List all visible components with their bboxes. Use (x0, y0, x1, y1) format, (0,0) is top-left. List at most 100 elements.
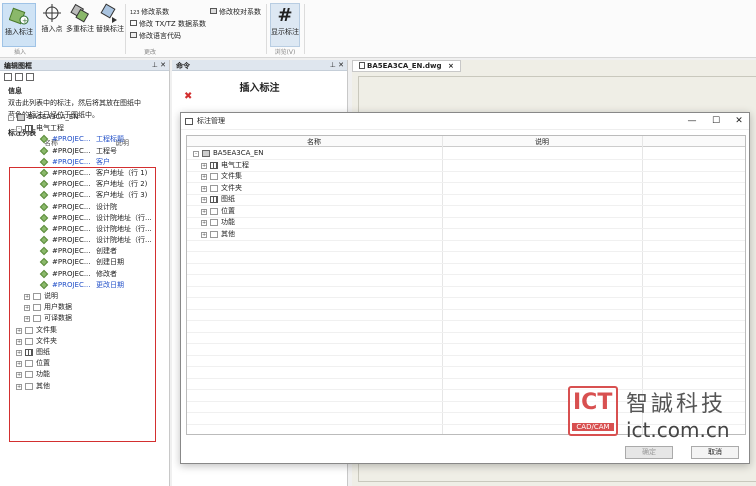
tree-desc: 设计院地址（行... (96, 224, 152, 233)
tree-row[interactable]: + 图纸 (8, 347, 168, 358)
modify-coefficient-item[interactable]: 123 修改系数 (130, 8, 169, 18)
tree-row[interactable]: - 电气工程 (8, 123, 168, 134)
expand-icon[interactable]: + (201, 162, 207, 169)
document-icon (359, 62, 365, 69)
tree-row[interactable]: #PROJEC... 工程号 (8, 146, 168, 157)
expand-icon[interactable]: + (16, 327, 22, 334)
folder-icon (25, 326, 33, 334)
tree-row[interactable]: #PROJEC... 客户地址（行 3) (8, 190, 168, 201)
multi-tag-button[interactable]: 多重标注 (66, 3, 94, 33)
tree-row[interactable]: #PROJEC... 客户地址（行 1) (8, 168, 168, 179)
collapse-icon[interactable]: - (193, 151, 199, 157)
document-tab[interactable]: BA5EA3CA_EN.dwg × (352, 60, 461, 72)
insert-tag-label: 插入标注 (5, 28, 33, 36)
tree-row[interactable]: + 功能 (8, 369, 168, 380)
expand-icon[interactable]: + (24, 305, 30, 312)
tree-label: #PROJEC... (52, 191, 91, 200)
row-divider (187, 274, 745, 275)
tree-row[interactable]: + 文件集 (193, 171, 593, 183)
folder-icon (210, 173, 218, 180)
tree-label: 电气工程 (221, 160, 249, 169)
tree-row[interactable]: #PROJEC... 更改日期 (8, 280, 168, 291)
tree-row[interactable]: + 图纸 (193, 194, 593, 206)
expand-icon[interactable]: + (16, 372, 22, 379)
panel-pin-close[interactable]: ⊥ ✕ (152, 61, 166, 69)
tree-row[interactable]: - BA5EA3CA_EN (8, 112, 168, 123)
panel-toolbar (0, 71, 169, 84)
tree-label: BA5EA3CA_EN (213, 149, 264, 157)
expand-icon[interactable]: + (16, 383, 22, 390)
expand-icon[interactable]: + (201, 197, 207, 203)
cancel-command-icon[interactable]: ✖ (184, 91, 192, 102)
column-desc[interactable]: 说明 (535, 137, 549, 147)
tree-row[interactable]: - BA5EA3CA_EN (193, 148, 593, 160)
modify-txtz-item[interactable]: 修改 TX/TZ 数据系数 (130, 20, 206, 29)
tree-row[interactable]: + 文件夹 (8, 336, 168, 347)
expand-icon[interactable]: + (201, 231, 207, 238)
tree-row[interactable]: + 文件集 (8, 325, 168, 336)
tree-row[interactable]: #PROJEC... 设计院地址（行... (8, 224, 168, 235)
collapse-icon[interactable]: - (8, 115, 14, 121)
tree-row[interactable]: #PROJEC... 创建者 (8, 246, 168, 257)
insert-tag-button[interactable]: + 插入标注 (2, 3, 36, 47)
tree-row[interactable]: + 可译数据 (8, 313, 168, 324)
table-view-icon[interactable] (26, 73, 34, 81)
replace-tag-button[interactable]: 替换标注 (96, 3, 124, 33)
tree-row[interactable]: + 其他 (193, 229, 593, 241)
svg-text:+: + (22, 17, 28, 25)
show-tags-button[interactable]: # 显示标注 (270, 3, 300, 47)
replace-tag-label: 替换标注 (96, 25, 124, 33)
tree-row[interactable]: #PROJEC... 修改者 (8, 269, 168, 280)
expand-icon[interactable]: + (201, 220, 207, 226)
expand-icon[interactable]: + (201, 174, 207, 180)
tree-row[interactable]: #PROJEC... 设计院 (8, 202, 168, 213)
ok-button[interactable]: 确定 (625, 446, 673, 459)
modify-proof-item[interactable]: 修改校对系数 (210, 8, 261, 17)
tree-row[interactable]: + 功能 (193, 217, 593, 229)
expand-icon[interactable]: + (24, 316, 30, 323)
tree-row[interactable]: + 用户数据 (8, 302, 168, 313)
tree-row[interactable]: + 位置 (8, 358, 168, 369)
insert-point-button[interactable]: 插入点 (40, 3, 64, 33)
tree-row[interactable]: #PROJEC... 设计院地址（行... (8, 235, 168, 246)
list-view-icon[interactable] (15, 73, 23, 81)
collapse-icon[interactable]: - (16, 126, 22, 133)
expand-icon[interactable]: + (16, 361, 22, 368)
expand-icon[interactable]: + (201, 185, 207, 192)
tree-row[interactable]: #PROJEC... 工程标题 (8, 134, 168, 145)
tag-icon (39, 213, 49, 222)
expand-icon[interactable]: + (201, 208, 207, 215)
tree-label: #PROJEC... (52, 269, 91, 278)
tree-row[interactable]: #PROJEC... 客户 (8, 157, 168, 168)
expand-icon[interactable]: + (24, 294, 30, 300)
row-divider (187, 343, 745, 344)
tree-row[interactable]: + 说明 (8, 291, 168, 302)
expand-icon[interactable]: + (16, 338, 22, 345)
tree-row[interactable]: #PROJEC... 创建日期 (8, 257, 168, 268)
row-divider (187, 262, 745, 264)
command-pin-close[interactable]: ⊥ ✕ (330, 61, 344, 69)
close-tab-icon[interactable]: × (448, 62, 454, 70)
column-name[interactable]: 名称 (307, 137, 321, 147)
close-icon[interactable]: ✕ (728, 113, 750, 130)
cancel-button[interactable]: 取消 (691, 446, 739, 459)
dialog-title: 标注管理 (197, 117, 225, 125)
tree-row[interactable]: + 其他 (8, 381, 168, 392)
tag-icon (39, 280, 49, 290)
maximize-icon[interactable]: ☐ (705, 113, 727, 130)
tree-label: 文件夹 (221, 183, 242, 192)
tree-row[interactable]: #PROJEC... 客户地址（行 2) (8, 179, 168, 190)
tree-view-icon[interactable] (4, 73, 12, 81)
tree-row[interactable]: + 文件夹 (193, 183, 593, 195)
minimize-icon[interactable]: — (681, 113, 703, 130)
expand-icon[interactable]: + (16, 349, 22, 356)
tree-row[interactable]: + 电气工程 (193, 160, 593, 172)
company-url: ict.com.cn (626, 418, 730, 442)
tree-label: #PROJEC... (52, 146, 91, 155)
row-divider (187, 239, 745, 241)
ribbon-separator (266, 4, 267, 54)
modify-language-item[interactable]: 修改语言代码 (130, 32, 181, 41)
tree-row[interactable]: + 位置 (193, 206, 593, 218)
tree-row[interactable]: #PROJEC... 设计院地址（行... (8, 213, 168, 224)
tree-desc: 设计院地址（行... (96, 236, 152, 245)
